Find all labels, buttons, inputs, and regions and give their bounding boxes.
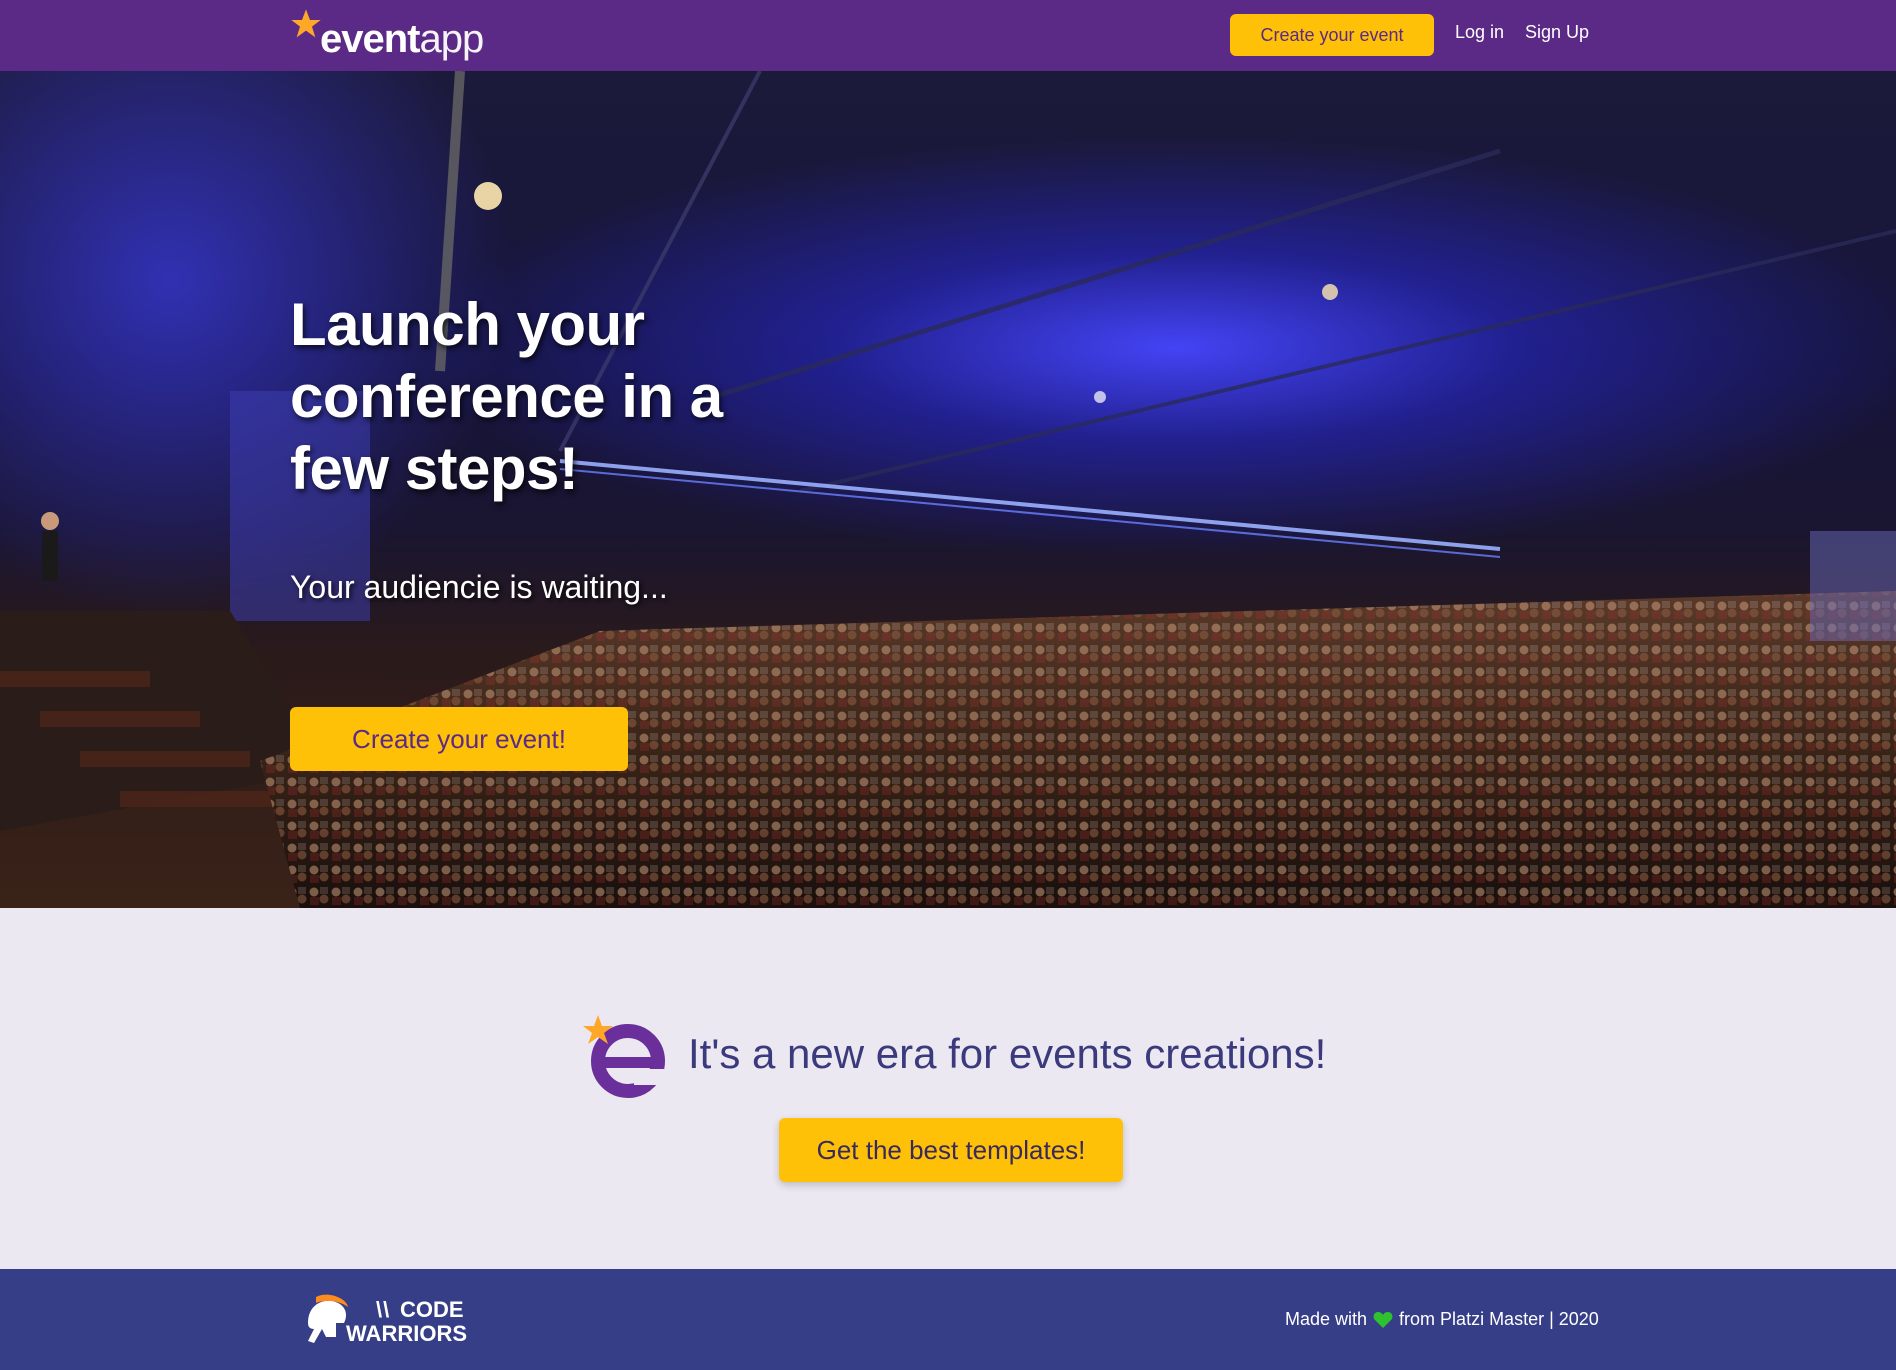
e-logo-icon (583, 1015, 665, 1098)
made-with-text: Made with (1285, 1309, 1368, 1329)
templates-button[interactable]: Get the best templates! (779, 1118, 1123, 1182)
star-icon (291, 9, 321, 38)
hero-title: Launch your conference in a few steps! (290, 291, 723, 502)
from-platzi-text: from Platzi Master | 2020 (1399, 1309, 1599, 1329)
logo-text: eventapp (320, 14, 485, 64)
signup-link[interactable]: Sign Up (1525, 22, 1589, 43)
footer-credits: Made with from Platzi Master | 2020 (1285, 1309, 1599, 1330)
login-link[interactable]: Log in (1455, 22, 1504, 43)
create-event-hero-button[interactable]: Create your event! (290, 707, 628, 771)
hero-content: Launch your conference in a few steps! Y… (290, 289, 810, 771)
logo-line1: CODE (400, 1297, 464, 1322)
create-event-nav-button[interactable]: Create your event (1230, 14, 1434, 56)
navbar: eventapp Create your event Log in Sign U… (0, 0, 1896, 71)
footer: \\ CODE WARRIORS Made with from Platzi M… (0, 1269, 1896, 1370)
svg-text:\\: \\ (376, 1297, 390, 1322)
hero-subtitle: Your audiencie is waiting... (290, 569, 668, 605)
spartan-helmet-icon: \\ CODE WARRIORS (308, 1294, 467, 1346)
logo-line2: WARRIORS (346, 1321, 467, 1346)
tagline-text: It's a new era for events creations! (688, 1030, 1327, 1077)
logo-text-bold: event (320, 17, 420, 61)
eventapp-logo[interactable]: eventapp (290, 8, 485, 64)
heart-icon (1373, 1311, 1393, 1328)
code-warriors-logo: \\ CODE WARRIORS (302, 1293, 488, 1349)
tagline-section: It's a new era for events creations! Get… (0, 908, 1896, 1269)
hero-section: Launch your conference in a few steps! Y… (0, 71, 1896, 908)
logo-text-light: app (419, 17, 485, 61)
hero-background-image (0, 71, 1896, 908)
